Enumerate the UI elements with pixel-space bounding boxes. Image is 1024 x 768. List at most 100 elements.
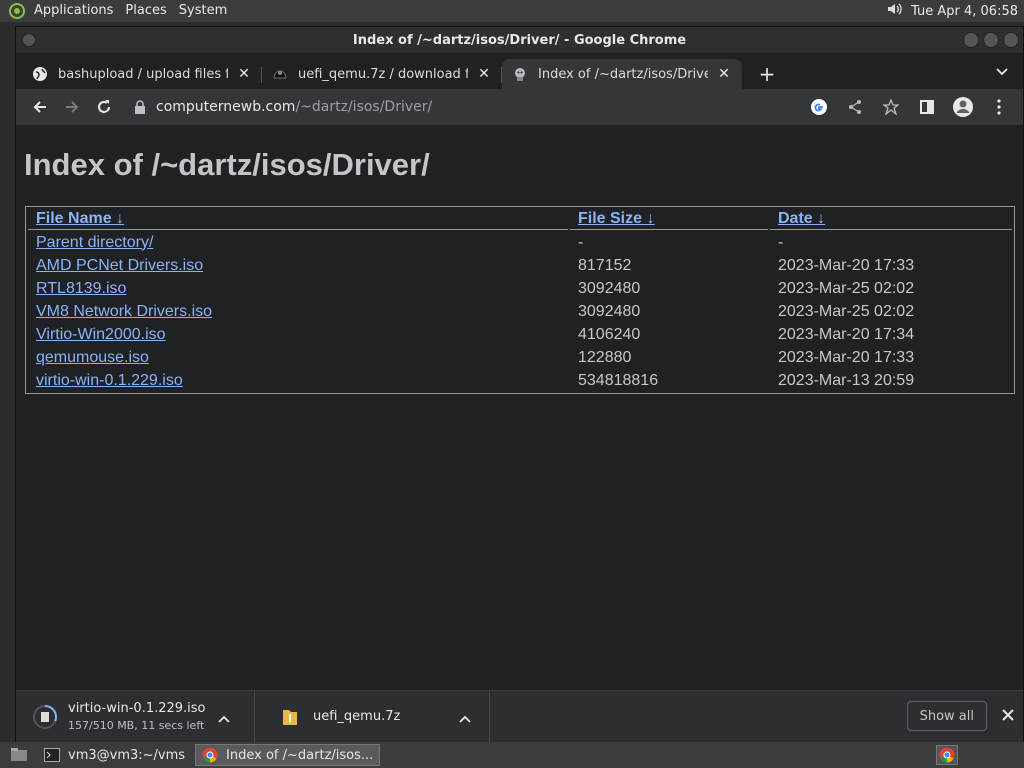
table-row: Parent directory/ - - — [28, 232, 1012, 253]
browser-toolbar: computernewb.com/~dartz/isos/Driver/ — [16, 89, 1023, 125]
file-date: 2023-Mar-25 02:02 — [778, 279, 915, 297]
show-all-button[interactable]: Show all — [906, 701, 987, 731]
system-menu[interactable]: System — [173, 0, 233, 22]
tray-chrome-icon[interactable] — [936, 745, 958, 765]
header-file-name[interactable]: File Name ↓ — [28, 209, 568, 230]
download-shelf: virtio-win-0.1.229.iso 157/510 MB, 11 se… — [16, 690, 1023, 743]
download-item-uefi[interactable]: uefi_qemu.7z — [254, 690, 490, 743]
taskbar-item-terminal[interactable]: vm3@vm3:~/vms — [38, 744, 191, 766]
back-button[interactable] — [24, 91, 56, 123]
file-size: 534818816 — [578, 371, 659, 389]
file-link[interactable]: qemumouse.iso — [36, 349, 149, 366]
globe-icon — [32, 66, 48, 82]
sort-date-link[interactable]: Date ↓ — [778, 210, 825, 227]
side-panel-icon[interactable] — [911, 91, 943, 123]
chevron-up-icon[interactable] — [459, 709, 471, 728]
bookmark-star-icon[interactable] — [875, 91, 907, 123]
new-tab-button[interactable]: + — [752, 59, 782, 89]
chevron-up-icon[interactable] — [218, 709, 230, 728]
file-listing-table: File Name ↓ File Size ↓ Date ↓ Parent di… — [25, 206, 1015, 394]
close-tab-icon[interactable]: ✕ — [716, 66, 732, 82]
file-size: - — [578, 233, 584, 251]
terminal-icon — [44, 747, 60, 763]
chrome-window: Index of /~dartz/isos/Driver/ - Google C… — [15, 26, 1024, 743]
minimize-button[interactable] — [963, 32, 979, 48]
tab-bashupload[interactable]: bashupload / upload files from ✕ — [22, 59, 262, 89]
file-link[interactable]: RTL8139.iso — [36, 280, 126, 297]
header-date[interactable]: Date ↓ — [770, 209, 1012, 230]
kebab-menu-icon[interactable] — [983, 91, 1015, 123]
file-size: 122880 — [578, 348, 632, 366]
file-date: - — [778, 233, 784, 251]
url-path: /~dartz/isos/Driver/ — [295, 99, 433, 115]
taskbar-item-chrome[interactable]: Index of /~dartz/isos... — [195, 744, 381, 766]
applications-menu[interactable]: Applications — [28, 0, 119, 22]
file-link[interactable]: virtio-win-0.1.229.iso — [36, 372, 183, 389]
table-header-row: File Name ↓ File Size ↓ Date ↓ — [28, 209, 1012, 230]
file-date: 2023-Mar-20 17:33 — [778, 348, 915, 366]
table-row: AMD PCNet Drivers.iso 817152 2023-Mar-20… — [28, 255, 1012, 276]
file-link[interactable]: Virtio-Win2000.iso — [36, 326, 166, 343]
page-title: Index of /~dartz/isos/Driver/ — [24, 147, 430, 182]
download-file-name: uefi_qemu.7z — [313, 709, 401, 724]
file-link[interactable]: VM8 Network Drivers.iso — [36, 303, 212, 320]
profile-avatar-icon[interactable] — [947, 91, 979, 123]
reload-button[interactable] — [88, 91, 120, 123]
close-window-button[interactable] — [1003, 32, 1019, 48]
close-shelf-icon[interactable] — [1001, 707, 1015, 726]
lock-icon[interactable] — [134, 100, 146, 114]
table-row: qemumouse.iso 122880 2023-Mar-20 17:33 — [28, 347, 1012, 368]
file-date: 2023-Mar-25 02:02 — [778, 302, 915, 320]
server-icon — [512, 66, 528, 82]
file-link[interactable]: AMD PCNet Drivers.iso — [36, 257, 203, 274]
bottom-taskbar: vm3@vm3:~/vms Index of /~dartz/isos... — [0, 742, 1024, 768]
file-link[interactable]: Parent directory/ — [36, 234, 153, 251]
taskbar-label: vm3@vm3:~/vms — [68, 747, 186, 763]
url-host: computernewb.com — [156, 99, 296, 115]
gnome-foot-icon[interactable] — [6, 0, 28, 22]
tab-title: bashupload / upload files from — [58, 66, 228, 82]
sort-file-name-link[interactable]: File Name ↓ — [36, 210, 124, 227]
maximize-button[interactable] — [983, 32, 999, 48]
file-size: 817152 — [578, 256, 632, 274]
tab-title: Index of /~dartz/isos/Driver/ — [538, 66, 708, 82]
close-tab-icon[interactable]: ✕ — [236, 66, 252, 82]
sort-file-size-link[interactable]: File Size ↓ — [578, 210, 654, 227]
bashupload-icon — [272, 66, 288, 82]
forward-button[interactable] — [56, 91, 88, 123]
tab-title: uefi_qemu.7z / download from — [298, 66, 468, 82]
window-menu-button[interactable] — [22, 33, 36, 47]
window-titlebar[interactable]: Index of /~dartz/isos/Driver/ - Google C… — [16, 27, 1023, 53]
table-row: RTL8139.iso 3092480 2023-Mar-25 02:02 — [28, 278, 1012, 299]
download-status: 157/510 MB, 11 secs left — [68, 719, 205, 732]
tab-search-icon[interactable] — [995, 63, 1009, 82]
volume-icon[interactable] — [885, 0, 903, 22]
file-date: 2023-Mar-13 20:59 — [778, 371, 915, 389]
table-row: VM8 Network Drivers.iso 3092480 2023-Mar… — [28, 301, 1012, 322]
tab-uefi-qemu[interactable]: uefi_qemu.7z / download from ✕ — [262, 59, 502, 89]
table-row: virtio-win-0.1.229.iso 534818816 2023-Ma… — [28, 370, 1012, 391]
download-file-name: virtio-win-0.1.229.iso — [68, 701, 206, 716]
address-bar[interactable]: computernewb.com/~dartz/isos/Driver/ — [134, 92, 803, 122]
window-title: Index of /~dartz/isos/Driver/ - Google C… — [352, 32, 687, 48]
top-panel: Applications Places System Tue Apr 4, 06… — [0, 0, 1024, 22]
download-item-virtio[interactable]: virtio-win-0.1.229.iso 157/510 MB, 11 se… — [16, 691, 248, 743]
tab-driver-index[interactable]: Index of /~dartz/isos/Driver/ ✕ — [502, 59, 742, 89]
places-menu[interactable]: Places — [119, 0, 172, 22]
page-content: Index of /~dartz/isos/Driver/ File Name … — [16, 125, 1023, 690]
google-icon[interactable] — [803, 91, 835, 123]
table-row: Virtio-Win2000.iso 4106240 2023-Mar-20 1… — [28, 324, 1012, 345]
clock[interactable]: Tue Apr 4, 06:58 — [911, 4, 1018, 19]
taskbar-label: Index of /~dartz/isos... — [226, 747, 374, 763]
tab-strip: bashupload / upload files from ✕ uefi_qe… — [16, 53, 1023, 89]
file-date: 2023-Mar-20 17:33 — [778, 256, 915, 274]
share-icon[interactable] — [839, 91, 871, 123]
archive-file-icon — [277, 704, 303, 730]
file-date: 2023-Mar-20 17:34 — [778, 325, 915, 343]
download-progress-icon — [32, 704, 58, 730]
chrome-icon — [202, 747, 218, 763]
close-tab-icon[interactable]: ✕ — [476, 66, 492, 82]
header-file-size[interactable]: File Size ↓ — [570, 209, 768, 230]
file-size: 3092480 — [578, 302, 641, 320]
show-desktop-icon[interactable] — [4, 744, 34, 766]
